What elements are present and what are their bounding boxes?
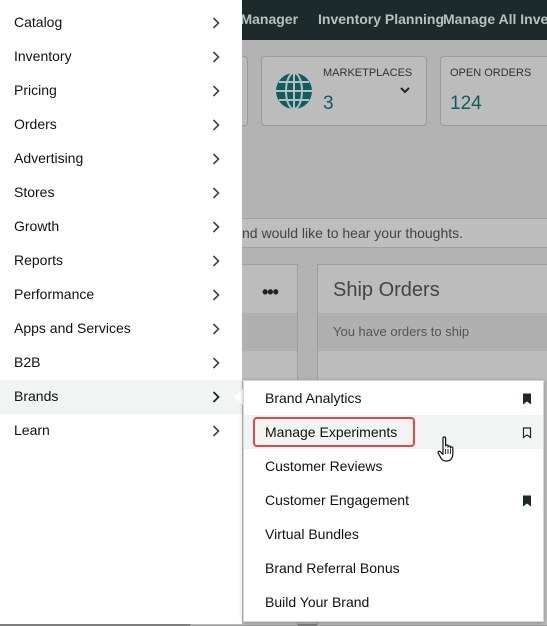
open-orders-value: 124 <box>450 93 482 114</box>
marketplaces-value: 3 <box>323 93 334 114</box>
menu-item-growth[interactable]: Growth <box>0 210 242 244</box>
submenu-item-label: Customer Engagement <box>265 492 409 508</box>
chevron-right-icon <box>212 255 220 267</box>
open-orders-card[interactable]: OPEN ORDERS 124 <box>440 56 547 126</box>
menu-item-label: Inventory <box>14 48 72 64</box>
submenu-item-brand-analytics[interactable]: Brand Analytics <box>244 381 543 415</box>
nav-link-manage-all-inventory[interactable]: Manage All Invent <box>443 11 547 27</box>
ship-orders-subtitle: You have orders to ship <box>333 324 470 339</box>
submenu-item-build-your-brand[interactable]: Build Your Brand <box>244 585 543 619</box>
submenu-item-virtual-bundles[interactable]: Virtual Bundles <box>244 517 543 551</box>
menu-item-label: Learn <box>14 422 50 438</box>
chevron-right-icon <box>212 289 220 301</box>
menu-item-inventory[interactable]: Inventory <box>0 40 242 74</box>
submenu-item-label: Customer Reviews <box>265 458 383 474</box>
chevron-right-icon <box>212 51 220 63</box>
menu-item-label: Growth <box>14 218 60 234</box>
menu-item-label: Pricing <box>14 82 57 98</box>
globe-icon <box>276 72 312 110</box>
chevron-right-icon <box>212 391 220 403</box>
submenu-item-brand-referral-bonus[interactable]: Brand Referral Bonus <box>244 551 543 585</box>
menu-item-performance[interactable]: Performance <box>0 278 242 312</box>
marketplaces-card[interactable]: MARKETPLACES 3 <box>261 56 427 126</box>
menu-item-pricing[interactable]: Pricing <box>0 74 242 108</box>
menu-item-label: Brands <box>14 388 59 404</box>
menu-item-apps-and-services[interactable]: Apps and Services <box>0 312 242 346</box>
hand-cursor-icon <box>437 436 454 462</box>
chevron-right-icon <box>212 323 220 335</box>
menu-item-label: Apps and Services <box>14 320 131 336</box>
menu-item-label: Reports <box>14 252 64 268</box>
chevron-down-icon[interactable] <box>400 85 410 95</box>
menu-item-label: Catalog <box>14 14 63 30</box>
feedback-notice-text: nd would like to hear your thoughts. <box>242 225 464 241</box>
nav-link-inventory-planning[interactable]: Inventory Planning <box>318 11 444 27</box>
submenu-item-customer-reviews[interactable]: Customer Reviews <box>244 449 543 483</box>
menu-item-label: B2B <box>14 354 41 370</box>
feedback-notice: nd would like to hear your thoughts. <box>242 218 547 248</box>
menu-item-label: Orders <box>14 116 57 132</box>
chevron-right-icon <box>212 221 220 233</box>
menu-item-b2b[interactable]: B2B <box>0 346 242 380</box>
ship-orders-title: Ship Orders <box>333 279 440 301</box>
bookmark-filled-icon[interactable] <box>522 393 532 405</box>
menu-item-learn[interactable]: Learn <box>0 414 242 448</box>
menu-item-orders[interactable]: Orders <box>0 108 242 142</box>
submenu-pointer <box>234 389 243 405</box>
chevron-right-icon <box>212 357 220 369</box>
menu-item-label: Performance <box>14 286 95 302</box>
main-menu: Catalog Inventory Pricing Orders Adverti… <box>0 0 242 624</box>
menu-item-advertising[interactable]: Advertising <box>0 142 242 176</box>
bookmark-filled-icon[interactable] <box>522 495 532 507</box>
annotation-highlight-box <box>253 417 415 447</box>
chevron-right-icon <box>212 119 220 131</box>
menu-item-stores[interactable]: Stores <box>0 176 242 210</box>
menu-item-label: Stores <box>14 184 55 200</box>
chevron-right-icon <box>212 153 220 165</box>
submenu-item-label: Virtual Bundles <box>265 526 359 542</box>
open-orders-label: OPEN ORDERS <box>450 67 532 79</box>
menu-item-catalog[interactable]: Catalog <box>0 6 242 40</box>
more-options-icon[interactable]: ••• <box>262 282 279 303</box>
chevron-right-icon <box>212 17 220 29</box>
menu-item-label: Advertising <box>14 150 84 166</box>
chevron-right-icon <box>212 425 220 437</box>
submenu-item-label: Brand Analytics <box>265 390 362 406</box>
submenu-item-label: Brand Referral Bonus <box>265 560 400 576</box>
bookmark-outline-icon[interactable] <box>522 427 532 439</box>
chevron-right-icon <box>212 85 220 97</box>
submenu-item-label: Build Your Brand <box>265 594 370 610</box>
menu-item-brands[interactable]: Brands <box>0 380 242 414</box>
chevron-right-icon <box>212 187 220 199</box>
marketplaces-label: MARKETPLACES <box>323 67 413 79</box>
submenu-item-customer-engagement[interactable]: Customer Engagement <box>244 483 543 517</box>
menu-item-reports[interactable]: Reports <box>0 244 242 278</box>
